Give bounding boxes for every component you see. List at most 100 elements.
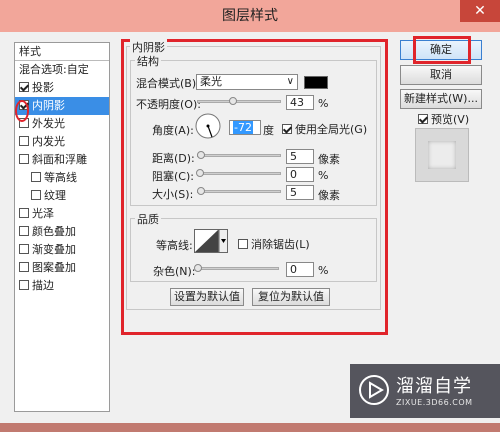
watermark-brand: 溜溜自学	[396, 376, 472, 397]
style-list: 样式 混合选项:自定 投影 内阴影 外发光 内发光 斜面和浮雕 等高线 纹理 光…	[14, 42, 110, 412]
choke-input[interactable]: 0	[286, 167, 314, 182]
opacity-slider-handle[interactable]	[229, 97, 237, 105]
checkbox[interactable]	[31, 172, 41, 182]
antialias-label: 消除锯齿(L)	[251, 238, 310, 251]
checkbox[interactable]	[19, 262, 29, 272]
window-title: 图层样式	[222, 8, 278, 24]
new-style-button[interactable]: 新建样式(W)...	[400, 89, 482, 109]
style-item-satin[interactable]: 光泽	[15, 205, 109, 223]
preview-thumbnail	[415, 128, 469, 182]
make-default-button[interactable]: 设置为默认值	[170, 288, 244, 306]
style-item-contour[interactable]: 等高线	[15, 169, 109, 187]
style-item-bevel-emboss[interactable]: 斜面和浮雕	[15, 151, 109, 169]
preview-checkbox[interactable]	[418, 114, 428, 124]
watermark: 溜溜自学 ZIXUE.3D66.COM	[350, 364, 500, 418]
style-item-gradient-overlay[interactable]: 渐变叠加	[15, 241, 109, 259]
style-item-label: 内发光	[32, 135, 65, 148]
size-unit: 像素	[318, 189, 340, 202]
size-slider-handle[interactable]	[197, 187, 205, 195]
style-item-label: 颜色叠加	[32, 225, 76, 238]
preview-label: 预览(V)	[431, 113, 470, 126]
style-item-pattern-overlay[interactable]: 图案叠加	[15, 259, 109, 277]
style-item-label: 纹理	[44, 189, 66, 202]
preview-swatch	[428, 141, 456, 169]
choke-label: 阻塞(C):	[152, 170, 194, 183]
distance-slider[interactable]	[197, 154, 281, 157]
style-item-texture[interactable]: 纹理	[15, 187, 109, 205]
angle-unit: 度	[263, 124, 274, 137]
style-item-outer-glow[interactable]: 外发光	[15, 115, 109, 133]
style-item-label: 描边	[32, 279, 54, 292]
style-item-stroke[interactable]: 描边	[15, 277, 109, 295]
angle-value: -72	[233, 121, 253, 134]
style-item-inner-shadow[interactable]: 内阴影	[15, 97, 109, 115]
size-slider[interactable]	[197, 190, 281, 193]
opacity-label: 不透明度(O):	[136, 98, 201, 111]
style-item-label: 图案叠加	[32, 261, 76, 274]
noise-unit: %	[318, 264, 329, 277]
watermark-url: ZIXUE.3D66.COM	[396, 398, 473, 407]
choke-unit: %	[318, 169, 329, 182]
blend-mode-value: 柔光	[200, 75, 222, 88]
angle-input[interactable]: -72	[229, 120, 261, 135]
highlight-oval	[15, 100, 29, 122]
play-logo-icon	[358, 374, 390, 406]
chevron-down-icon: ∨	[286, 76, 294, 87]
style-item-label: 投影	[32, 81, 54, 94]
distance-input[interactable]: 5	[286, 149, 314, 164]
angle-dial[interactable]	[194, 112, 222, 140]
checkbox[interactable]	[19, 208, 29, 218]
quality-title: 品质	[135, 211, 161, 227]
contour-label: 等高线:	[156, 239, 193, 252]
style-item-label: 光泽	[32, 207, 54, 220]
style-item-label: 混合选项:自定	[19, 63, 89, 76]
checkbox[interactable]	[19, 226, 29, 236]
style-item-label: 斜面和浮雕	[32, 153, 87, 166]
cancel-button[interactable]: 取消	[400, 65, 482, 85]
style-item-inner-glow[interactable]: 内发光	[15, 133, 109, 151]
checkbox[interactable]	[19, 136, 29, 146]
angle-label: 角度(A):	[152, 124, 194, 137]
reset-default-button[interactable]: 复位为默认值	[252, 288, 330, 306]
shadow-color-swatch[interactable]	[304, 76, 328, 89]
distance-label: 距离(D):	[152, 152, 195, 165]
noise-slider[interactable]	[195, 267, 279, 270]
structure-title: 结构	[135, 53, 161, 69]
distance-slider-handle[interactable]	[197, 151, 205, 159]
style-item-blending-options[interactable]: 混合选项:自定	[15, 61, 109, 79]
antialias-checkbox[interactable]	[238, 239, 248, 249]
noise-label: 杂色(N):	[153, 265, 196, 278]
global-light-label: 使用全局光(G)	[295, 123, 368, 136]
blend-mode-select[interactable]: 柔光 ∨	[196, 74, 298, 90]
global-light-checkbox[interactable]	[282, 124, 292, 134]
opacity-slider[interactable]	[197, 100, 281, 103]
distance-unit: 像素	[318, 153, 340, 166]
style-item-label: 内阴影	[32, 99, 65, 112]
style-item-label: 等高线	[44, 171, 77, 184]
opacity-unit: %	[318, 97, 329, 110]
style-item-label: 渐变叠加	[32, 243, 76, 256]
contour-picker[interactable]	[194, 229, 228, 253]
style-item-drop-shadow[interactable]: 投影	[15, 79, 109, 97]
noise-input[interactable]: 0	[286, 262, 314, 277]
highlight-frame-ok	[413, 36, 471, 64]
checkbox[interactable]	[19, 154, 29, 164]
choke-slider-handle[interactable]	[196, 169, 204, 177]
checkbox[interactable]	[19, 82, 29, 92]
style-list-header[interactable]: 样式	[15, 43, 109, 61]
close-button[interactable]: ✕	[460, 0, 500, 22]
global-light-option[interactable]: 使用全局光(G)	[282, 121, 367, 137]
taskbar-strip	[0, 423, 500, 432]
style-item-label: 外发光	[32, 117, 65, 130]
choke-slider[interactable]	[197, 172, 281, 175]
size-label: 大小(S):	[152, 188, 194, 201]
size-input[interactable]: 5	[286, 185, 314, 200]
noise-slider-handle[interactable]	[194, 264, 202, 272]
checkbox[interactable]	[31, 190, 41, 200]
antialias-option[interactable]: 消除锯齿(L)	[238, 236, 310, 252]
checkbox[interactable]	[19, 244, 29, 254]
style-item-color-overlay[interactable]: 颜色叠加	[15, 223, 109, 241]
preview-option[interactable]: 预览(V)	[418, 111, 469, 127]
opacity-input[interactable]: 43	[286, 95, 314, 110]
checkbox[interactable]	[19, 280, 29, 290]
